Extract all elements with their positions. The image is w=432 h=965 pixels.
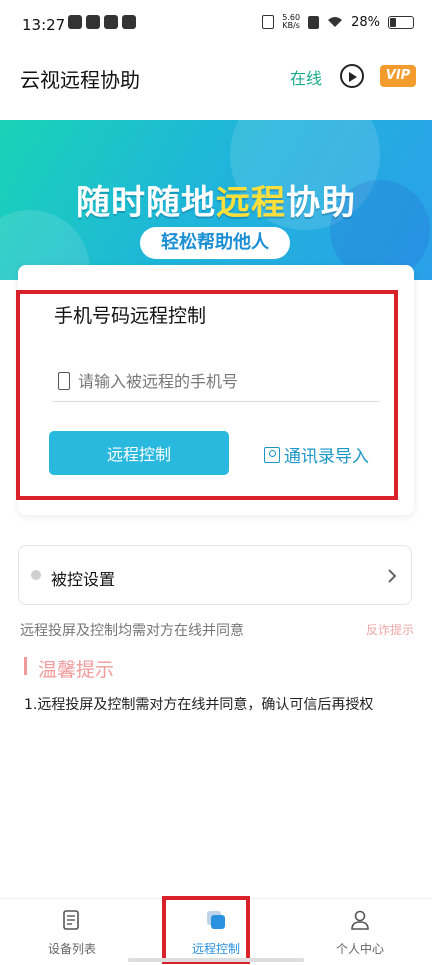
play-circle-icon[interactable] (340, 64, 364, 88)
wifi-icon (328, 17, 343, 27)
status-time: 13:27 (22, 16, 66, 34)
status-dot-icon (31, 570, 41, 580)
notification-icon (68, 15, 82, 29)
highlight-box (16, 290, 398, 500)
app-title: 云视远程协助 (20, 68, 140, 92)
tips-title: 温馨提示 (38, 659, 115, 681)
device-list-icon (63, 910, 79, 930)
tips-item: 1.远程投屏及控制需对方在线并同意，确认可信后再授权 (24, 697, 374, 713)
tab-label: 个人中心 (335, 942, 384, 956)
app-notification-icon (86, 15, 100, 29)
status-right: 5.60 KB/s 28% (262, 14, 414, 30)
battery-icon (388, 15, 414, 29)
tiktok-icon (104, 15, 118, 29)
tab-highlight-box (162, 896, 250, 964)
consent-notice: 远程投屏及控制均需对方在线并同意 (20, 623, 244, 639)
battery-percent: 28% (351, 14, 380, 30)
tips-accent-bar (24, 657, 27, 675)
banner-subtitle: 轻松帮助他人 (140, 227, 290, 259)
status-bar: 13:27 5.60 KB/s 28% (0, 0, 432, 48)
online-status: 在线 (290, 69, 323, 88)
message-icon (122, 15, 136, 29)
controlled-settings-row[interactable]: 被控设置 (18, 545, 412, 605)
vip-badge[interactable]: VIP (380, 65, 416, 87)
profile-icon (351, 910, 369, 930)
controlled-settings-label: 被控设置 (51, 570, 116, 589)
tab-label: 设备列表 (47, 942, 96, 956)
app-header: 云视远程协助 在线 VIP (0, 48, 432, 108)
sim-icon (308, 15, 320, 29)
banner-title: 随时随地远程协助 (76, 183, 356, 223)
vibrate-icon (262, 15, 275, 29)
tab-profile[interactable]: 个人中心 (310, 909, 410, 957)
network-speed: 5.60 KB/s (282, 13, 301, 30)
home-indicator[interactable] (128, 958, 304, 962)
promo-banner[interactable]: 随时随地远程协助 轻松帮助他人 (0, 120, 432, 280)
notification-icons (68, 15, 136, 29)
tab-device-list[interactable]: 设备列表 (22, 909, 122, 957)
chevron-right-icon (388, 569, 397, 583)
anti-fraud-link[interactable]: 反诈提示 (366, 621, 414, 638)
